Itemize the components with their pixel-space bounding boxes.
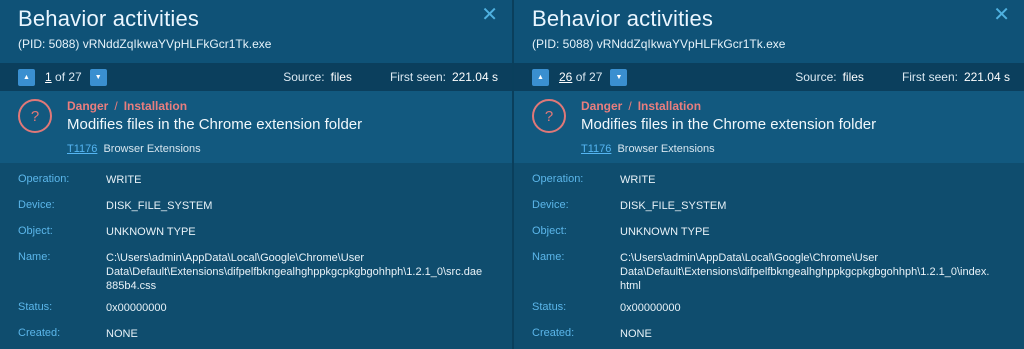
first-seen-value: 221.04 s xyxy=(451,70,498,84)
previous-arrow-icon[interactable]: ▲ xyxy=(532,68,549,86)
status-row: Status: 0x00000000 xyxy=(18,301,494,315)
source-value: files xyxy=(842,70,864,84)
object-value: UNKNOWN TYPE xyxy=(106,226,196,238)
behavior-panel-right: Behavior activities (PID: 5088) vRNddZqI… xyxy=(512,0,1024,349)
name-value: C:\Users\admin\AppData\Local\Google\Chro… xyxy=(620,251,989,293)
panel-header: Behavior activities (PID: 5088) vRNddZqI… xyxy=(514,0,1024,63)
operation-row: Operation: WRITE xyxy=(18,173,494,187)
separator: / xyxy=(114,99,118,113)
close-icon[interactable]: ✕ xyxy=(993,5,1010,25)
created-value: NONE xyxy=(106,328,138,340)
object-row: Object: UNKNOWN TYPE xyxy=(18,225,494,239)
first-seen-label: First seen: xyxy=(901,70,958,84)
category: Installation xyxy=(637,99,702,113)
source: Source: files xyxy=(283,70,352,84)
created-label: Created: xyxy=(532,327,575,339)
source-label: Source: xyxy=(283,70,325,84)
name-label: Name: xyxy=(532,251,565,263)
status-label: Status: xyxy=(18,301,53,313)
name-line: Data\Default\Extensions\difpelfbkngealhg… xyxy=(106,266,483,278)
close-icon[interactable]: ✕ xyxy=(481,5,498,25)
object-label: Object: xyxy=(18,225,53,237)
operation-row: Operation: WRITE xyxy=(532,173,1006,187)
severity: Danger xyxy=(67,99,109,113)
device-label: Device: xyxy=(532,199,569,211)
details-table: Operation: WRITE Device: DISK_FILE_SYSTEM … xyxy=(514,163,1024,341)
name-line: 885b4.css xyxy=(106,280,157,292)
technique: T1176 Browser Extensions xyxy=(67,143,512,155)
question-icon: ? xyxy=(532,99,566,133)
source-label: Source: xyxy=(795,70,837,84)
next-arrow-icon[interactable]: ▼ xyxy=(89,68,107,86)
next-arrow-icon[interactable]: ▼ xyxy=(610,68,628,86)
operation-value: WRITE xyxy=(106,174,142,186)
name-label: Name: xyxy=(18,251,51,263)
name-line: Data\Default\Extensions\difpelfbkngealhg… xyxy=(620,266,990,278)
source: Source: files xyxy=(795,70,864,84)
technique: T1176 Browser Extensions xyxy=(581,143,1024,155)
technique-link[interactable]: T1176 xyxy=(581,143,611,155)
pager-total: of 27 xyxy=(55,70,82,84)
panel-title: Behavior activities xyxy=(532,6,714,31)
previous-arrow-icon[interactable]: ▲ xyxy=(18,68,35,86)
threat-headline: Modifies files in the Chrome extension f… xyxy=(581,116,877,133)
navigation-bar: ▲ 26 of 27 ▼ Source: files First seen: 221… xyxy=(514,63,1024,91)
device-row: Device: DISK_FILE_SYSTEM xyxy=(532,199,1006,213)
device-label: Device: xyxy=(18,199,55,211)
first-seen: First seen: 221.04 s xyxy=(390,70,498,84)
device-row: Device: DISK_FILE_SYSTEM xyxy=(18,199,494,213)
threat-category: Danger / Installation xyxy=(581,99,1024,113)
process-name: (PID: 5088) vRNddZqIkwaYVpHLFkGcr1Tk.exe xyxy=(18,37,272,51)
name-line: html xyxy=(620,280,641,292)
severity: Danger xyxy=(581,99,623,113)
question-icon: ? xyxy=(18,99,52,133)
object-label: Object: xyxy=(532,225,567,237)
pager-total: of 27 xyxy=(575,70,603,84)
first-seen: First seen: 221.04 s xyxy=(902,70,1010,84)
technique-name: Browser Extensions xyxy=(103,143,201,155)
first-seen-label: First seen: xyxy=(389,70,446,84)
details-table: Operation: WRITE Device: DISK_FILE_SYSTEM … xyxy=(0,163,512,341)
created-row: Created: NONE xyxy=(18,327,494,341)
created-label: Created: xyxy=(18,327,61,339)
process-name: (PID: 5088) vRNddZqIkwaYVpHLFkGcr1Tk.exe xyxy=(532,37,786,51)
operation-value: WRITE xyxy=(620,174,656,186)
technique-name: Browser Extensions xyxy=(617,143,715,155)
name-line: C:\Users\admin\AppData\Local\Google\Chro… xyxy=(106,252,365,264)
pager-current[interactable]: 1 xyxy=(45,70,52,84)
pager-current[interactable]: 26 xyxy=(559,70,572,84)
name-row: Name: C:\Users\admin\AppData\Local\Google… xyxy=(18,251,494,293)
panel-title: Behavior activities xyxy=(18,6,200,31)
created-row: Created: NONE xyxy=(532,327,1006,341)
threat-summary: ? Danger / Installation Modifies files in … xyxy=(0,91,512,163)
source-value: files xyxy=(330,70,352,84)
pager: 26 of 27 xyxy=(559,70,602,84)
threat-headline: Modifies files in the Chrome extension f… xyxy=(67,116,363,133)
name-row: Name: C:\Users\admin\AppData\Local\Google… xyxy=(532,251,1006,293)
status-row: Status: 0x00000000 xyxy=(532,301,1006,315)
status-value: 0x00000000 xyxy=(620,302,681,314)
navigation-bar: ▲ 1 of 27 ▼ Source: files First seen: 221.… xyxy=(0,63,512,91)
object-row: Object: UNKNOWN TYPE xyxy=(532,225,1006,239)
device-value: DISK_FILE_SYSTEM xyxy=(620,200,727,212)
behavior-panel-left: Behavior activities (PID: 5088) vRNddZqI… xyxy=(0,0,512,349)
name-line: C:\Users\admin\AppData\Local\Google\Chro… xyxy=(620,252,879,264)
name-value: C:\Users\admin\AppData\Local\Google\Chro… xyxy=(106,251,482,293)
category: Installation xyxy=(123,99,188,113)
created-value: NONE xyxy=(620,328,652,340)
operation-label: Operation: xyxy=(532,173,584,185)
threat-category: Danger / Installation xyxy=(67,99,512,113)
pager: 1 of 27 xyxy=(45,70,82,84)
panel-header: Behavior activities (PID: 5088) vRNddZqI… xyxy=(0,0,512,63)
device-value: DISK_FILE_SYSTEM xyxy=(106,200,213,212)
technique-link[interactable]: T1176 xyxy=(67,143,97,155)
status-label: Status: xyxy=(532,301,567,313)
object-value: UNKNOWN TYPE xyxy=(620,226,710,238)
threat-summary: ? Danger / Installation Modifies files in … xyxy=(514,91,1024,163)
operation-label: Operation: xyxy=(18,173,70,185)
status-value: 0x00000000 xyxy=(106,302,167,314)
first-seen-value: 221.04 s xyxy=(963,70,1010,84)
separator: / xyxy=(628,99,632,113)
